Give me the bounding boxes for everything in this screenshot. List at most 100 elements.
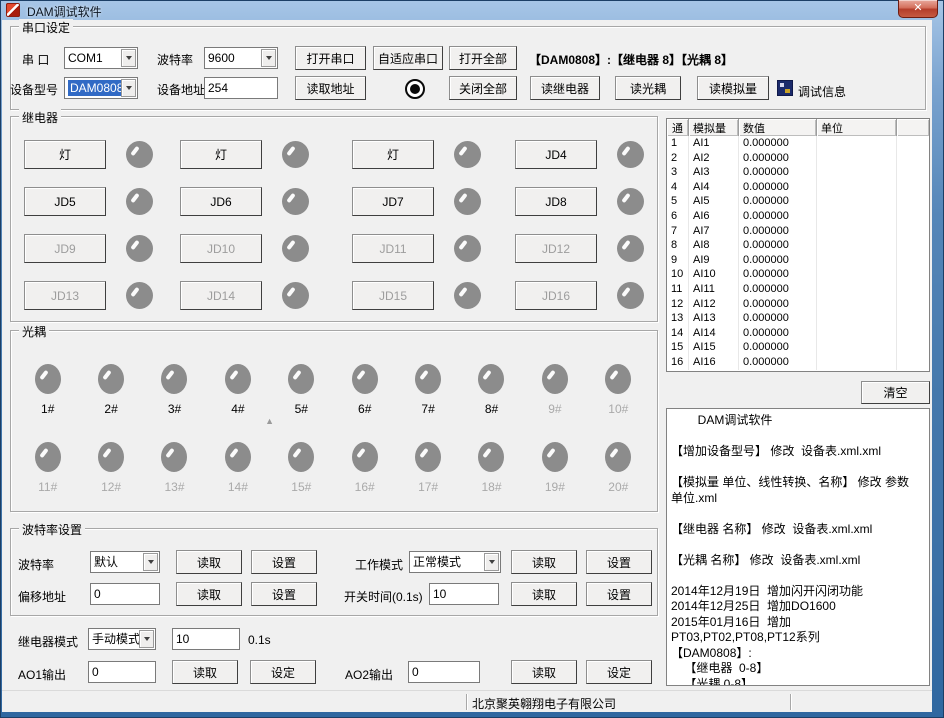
close-all-button[interactable]: 关闭全部 xyxy=(449,76,517,100)
baud-dropdown-arrow-icon[interactable] xyxy=(261,49,276,67)
opto-led-indicator xyxy=(352,364,378,394)
relay-button[interactable]: 灯 xyxy=(180,140,262,169)
col-channel[interactable]: 通 xyxy=(667,119,689,136)
clear-log-button[interactable]: 清空 xyxy=(861,381,930,404)
baudrate-read-button[interactable]: 读取 xyxy=(176,550,242,574)
opto-label: 3# xyxy=(168,402,181,416)
analog-table-row[interactable]: 7 AI7 0.000000 xyxy=(667,224,929,239)
opto-label: 5# xyxy=(295,402,308,416)
close-button[interactable]: ✕ xyxy=(898,0,938,18)
baudrate-dropdown-arrow-icon[interactable] xyxy=(143,553,158,571)
read-relay-button[interactable]: 读继电器 xyxy=(530,76,600,100)
read-analog-button[interactable]: 读模拟量 xyxy=(697,76,769,100)
log-textarea[interactable]: DAM调试软件 【增加设备型号】 修改 设备表.xml.xml 【模拟量 单位、… xyxy=(666,408,930,686)
workmode-combobox[interactable]: 正常模式 xyxy=(409,551,501,573)
open-port-button[interactable]: 打开串口 xyxy=(295,46,366,70)
analog-table-row[interactable]: 12 AI12 0.000000 xyxy=(667,297,929,312)
relay-button[interactable]: JD10 xyxy=(180,234,262,263)
relay-cell: JD14 xyxy=(180,281,352,310)
analog-table-row[interactable]: 2 AI2 0.000000 xyxy=(667,151,929,166)
read-address-button[interactable]: 读取地址 xyxy=(295,76,366,100)
analog-table-row[interactable]: 1 AI1 0.000000 xyxy=(667,136,929,151)
ao1-set-button[interactable]: 设定 xyxy=(250,660,316,684)
analog-table-row[interactable]: 8 AI8 0.000000 xyxy=(667,238,929,253)
relay-mode-dropdown-arrow-icon[interactable] xyxy=(139,630,154,648)
relay-button[interactable]: JD8 xyxy=(515,187,597,216)
ao2-set-button[interactable]: 设定 xyxy=(586,660,652,684)
relay-button[interactable]: JD14 xyxy=(180,281,262,310)
col-value[interactable]: 数值 xyxy=(739,119,817,136)
relay-led-indicator xyxy=(454,235,481,262)
analog-table-row[interactable]: 15 AI15 0.000000 xyxy=(667,340,929,355)
opto-label: 14# xyxy=(228,480,248,494)
analog-table-row[interactable]: 9 AI9 0.000000 xyxy=(667,253,929,268)
switch-read-button[interactable]: 读取 xyxy=(511,582,577,606)
offset-set-button[interactable]: 设置 xyxy=(251,582,317,606)
opto-label: 17# xyxy=(418,480,438,494)
opto-item: 7# xyxy=(396,364,459,416)
ao1-read-button[interactable]: 读取 xyxy=(172,660,238,684)
debug-info-icon[interactable] xyxy=(778,81,792,95)
ao2-read-button[interactable]: 读取 xyxy=(511,660,577,684)
relay-button[interactable]: 灯 xyxy=(24,140,106,169)
relay-mode-combobox[interactable]: 手动模式 xyxy=(88,628,156,650)
model-combobox[interactable]: DAM0808 xyxy=(64,77,138,99)
relay-button[interactable]: JD9 xyxy=(24,234,106,263)
workmode-set-button[interactable]: 设置 xyxy=(586,550,652,574)
relay-led-indicator xyxy=(454,282,481,309)
offset-input[interactable]: 0 xyxy=(90,583,160,605)
relay-button[interactable]: JD5 xyxy=(24,187,106,216)
opto-item: 6# xyxy=(333,364,396,416)
port-value: COM1 xyxy=(68,50,103,66)
relay-button[interactable]: JD4 xyxy=(515,140,597,169)
device-info-label: 【DAM0808】:【继电器 8】【光耦 8】 xyxy=(529,51,733,68)
relay-button[interactable]: JD12 xyxy=(515,234,597,263)
analog-table-row[interactable]: 13 AI13 0.000000 xyxy=(667,311,929,326)
switch-set-button[interactable]: 设置 xyxy=(586,582,652,606)
adaptive-port-button[interactable]: 自适应串口 xyxy=(373,46,443,70)
analog-table-row[interactable]: 4 AI4 0.000000 xyxy=(667,180,929,195)
ao2-input[interactable]: 0 xyxy=(408,661,480,683)
model-dropdown-arrow-icon[interactable] xyxy=(121,79,136,97)
relay-button[interactable]: JD13 xyxy=(24,281,106,310)
port-dropdown-arrow-icon[interactable] xyxy=(121,49,136,67)
opto-label: 13# xyxy=(164,480,184,494)
analog-table-row[interactable]: 5 AI5 0.000000 xyxy=(667,194,929,209)
open-all-button[interactable]: 打开全部 xyxy=(449,46,517,70)
relay-button[interactable]: JD11 xyxy=(352,234,434,263)
opto-label: 18# xyxy=(481,480,501,494)
analog-table-row[interactable]: 16 AI16 0.000000 xyxy=(667,355,929,370)
relay-button[interactable]: JD16 xyxy=(515,281,597,310)
relay-led-indicator xyxy=(617,188,644,215)
offset-read-button[interactable]: 读取 xyxy=(176,582,242,606)
analog-table-row[interactable]: 14 AI14 0.000000 xyxy=(667,326,929,341)
analog-table-row[interactable]: 10 AI10 0.000000 xyxy=(667,267,929,282)
baudrate-set-button[interactable]: 设置 xyxy=(251,550,317,574)
device-address-input[interactable]: 254 xyxy=(204,77,278,99)
port-combobox[interactable]: COM1 xyxy=(64,47,138,69)
workmode-dropdown-arrow-icon[interactable] xyxy=(484,553,499,571)
switch-time-input[interactable]: 10 xyxy=(429,583,499,605)
relay-button[interactable]: JD7 xyxy=(352,187,434,216)
col-name[interactable]: 模拟量 xyxy=(689,119,739,136)
relay-cell: JD10 xyxy=(180,234,352,263)
col-unit[interactable]: 单位 xyxy=(817,119,897,136)
analog-table-row[interactable]: 11 AI11 0.000000 xyxy=(667,282,929,297)
opto-led-indicator xyxy=(415,442,441,472)
baud-combobox[interactable]: 9600 xyxy=(204,47,278,69)
relay-button[interactable]: 灯 xyxy=(352,140,434,169)
opto-led-indicator xyxy=(288,364,314,394)
relay-cell: 灯 xyxy=(352,140,515,169)
analog-table-row[interactable]: 3 AI3 0.000000 xyxy=(667,165,929,180)
relay-time-input[interactable]: 10 xyxy=(172,628,240,650)
relay-button[interactable]: JD6 xyxy=(180,187,262,216)
workmode-read-button[interactable]: 读取 xyxy=(511,550,577,574)
analog-table-row[interactable]: 6 AI6 0.000000 xyxy=(667,209,929,224)
relay-button[interactable]: JD15 xyxy=(352,281,434,310)
baudrate-combobox[interactable]: 默认 xyxy=(90,551,160,573)
relay-mode-label: 继电器模式 xyxy=(18,633,78,650)
read-opto-button[interactable]: 读光耦 xyxy=(615,76,681,100)
opto-led-indicator xyxy=(35,364,61,394)
scroll-up-icon[interactable]: ▲ xyxy=(265,416,274,426)
ao1-input[interactable]: 0 xyxy=(88,661,156,683)
